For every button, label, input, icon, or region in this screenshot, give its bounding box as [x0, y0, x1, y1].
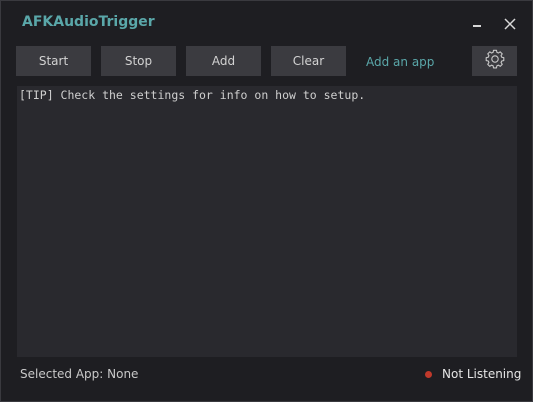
status-text: Not Listening — [442, 367, 522, 381]
close-icon[interactable] — [501, 15, 519, 33]
add-button[interactable]: Add — [186, 46, 261, 76]
start-button[interactable]: Start — [16, 46, 91, 76]
add-app-link[interactable]: Add an app — [366, 55, 434, 69]
log-line: [TIP] Check the settings for info on how… — [19, 88, 366, 102]
app-window: AFKAudioTrigger Start Stop Add Clear Add… — [0, 0, 533, 402]
log-area[interactable]: [TIP] Check the settings for info on how… — [17, 86, 517, 357]
clear-button[interactable]: Clear — [271, 46, 346, 76]
selected-app-label: Selected App: None — [20, 367, 139, 381]
app-title: AFKAudioTrigger — [22, 14, 155, 30]
settings-button[interactable] — [472, 46, 517, 76]
stop-button[interactable]: Stop — [101, 46, 176, 76]
status-indicator-icon — [425, 371, 432, 378]
minimize-icon[interactable] — [469, 16, 485, 32]
gear-icon — [484, 48, 506, 74]
